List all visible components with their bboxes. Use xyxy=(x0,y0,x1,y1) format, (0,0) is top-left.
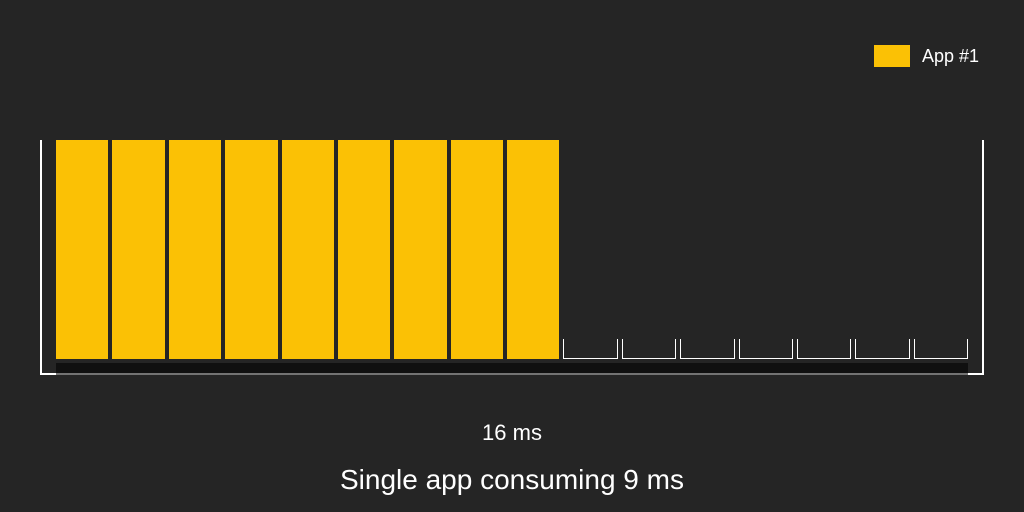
ms-slot-filled xyxy=(282,140,334,359)
ms-slot-filled xyxy=(56,140,108,359)
ms-slot-filled xyxy=(112,140,164,359)
ms-slot-filled xyxy=(338,140,390,359)
legend-label-app1: App #1 xyxy=(922,46,979,67)
time-bracket xyxy=(40,140,984,375)
ms-slot-empty xyxy=(563,339,617,359)
ms-slot-filled xyxy=(451,140,503,359)
ms-slot-filled xyxy=(169,140,221,359)
ms-slot-empty xyxy=(797,339,851,359)
ms-slot-empty xyxy=(914,339,968,359)
frame-budget-chart: 16 ms Single app consuming 9 ms xyxy=(40,140,984,496)
ms-slot-empty xyxy=(855,339,909,359)
legend-swatch-app1 xyxy=(874,45,910,67)
ms-slot-filled xyxy=(394,140,446,359)
bar-shadow xyxy=(56,363,968,375)
bar-row xyxy=(56,140,968,359)
ms-slot-empty xyxy=(739,339,793,359)
legend: App #1 xyxy=(874,45,979,67)
chart-subtitle: Single app consuming 9 ms xyxy=(40,464,984,496)
time-span-label: 16 ms xyxy=(40,420,984,446)
ms-slot-empty xyxy=(622,339,676,359)
ms-slot-filled xyxy=(507,140,559,359)
ms-slot-filled xyxy=(225,140,277,359)
ms-slot-empty xyxy=(680,339,734,359)
